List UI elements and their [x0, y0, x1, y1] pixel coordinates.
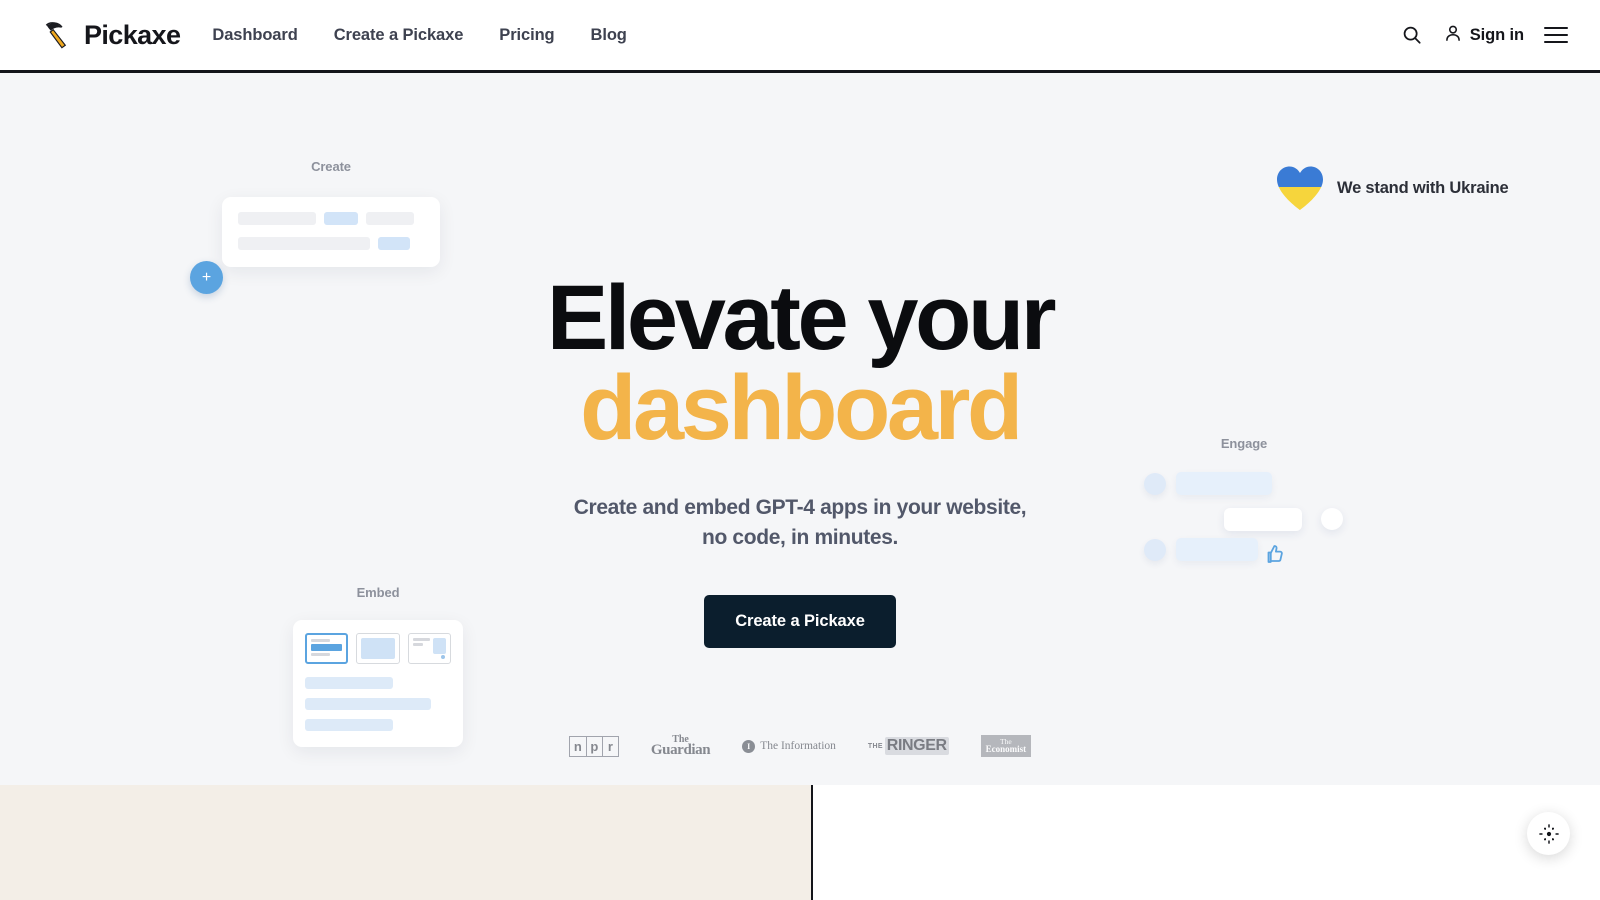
brand-name: Pickaxe [84, 19, 181, 50]
npr-letter: r [601, 736, 618, 756]
information-mark: I [742, 739, 756, 753]
embed-skeleton-bars [305, 677, 451, 731]
press-logo-the-information: I The Information [742, 735, 836, 757]
headline-line-1: Elevate your [546, 267, 1057, 369]
hero-section: We stand with Ukraine Create + Embed Eng… [0, 73, 1600, 785]
guardian-line-2: Guardian [650, 741, 711, 758]
site-header: Pickaxe Dashboard Create a Pickaxe Prici… [0, 0, 1600, 73]
nav-item-blog[interactable]: Blog [591, 26, 627, 45]
hero-subheading: Create and embed GPT-4 apps in your webs… [573, 496, 1027, 550]
main-nav: Dashboard Create a Pickaxe Pricing Blog [212, 26, 626, 45]
nav-item-dashboard[interactable]: Dashboard [212, 26, 297, 45]
npr-letter: n [573, 738, 582, 754]
bottom-panel-right [813, 785, 1600, 900]
skeleton-bar [305, 677, 393, 689]
sign-in-button[interactable]: Sign in [1443, 23, 1524, 48]
ringer-word: RINGER [884, 737, 949, 755]
nav-item-create-a-pickaxe[interactable]: Create a Pickaxe [334, 26, 464, 45]
brand-logo[interactable]: Pickaxe [42, 19, 181, 52]
user-icon [1443, 23, 1463, 48]
skeleton-bar [305, 698, 431, 710]
information-label: The Information [760, 740, 836, 752]
bottom-section [0, 785, 1600, 900]
press-logo-the-ringer: THE RINGER [868, 735, 949, 757]
press-logo-the-guardian: The Guardian [650, 734, 711, 758]
pickaxe-logo-icon [42, 19, 75, 52]
hero-content: Elevate your dashboard Create and embed … [0, 73, 1600, 648]
press-logo-strip: n p r The Guardian I The Information THE… [0, 734, 1600, 758]
create-a-pickaxe-button[interactable]: Create a Pickaxe [704, 594, 896, 648]
bottom-panel-left [0, 785, 813, 900]
npr-letter: p [585, 736, 602, 756]
page-title: Elevate your dashboard [547, 272, 1057, 460]
skeleton-bar [305, 719, 393, 731]
hamburger-menu-icon[interactable] [1544, 23, 1568, 48]
sign-in-label: Sign in [1469, 25, 1524, 44]
brightness-sparkle-icon[interactable] [1527, 812, 1570, 855]
header-actions: Sign in [1401, 23, 1568, 48]
economist-line-2: Economist [985, 744, 1027, 755]
headline-line-2: dashboard [580, 357, 1023, 460]
nav-item-pricing[interactable]: Pricing [499, 26, 554, 45]
search-icon[interactable] [1401, 24, 1423, 46]
press-logo-npr: n p r [568, 735, 619, 757]
ringer-prefix: THE [867, 742, 883, 750]
press-logo-the-economist: The Economist [980, 734, 1032, 758]
